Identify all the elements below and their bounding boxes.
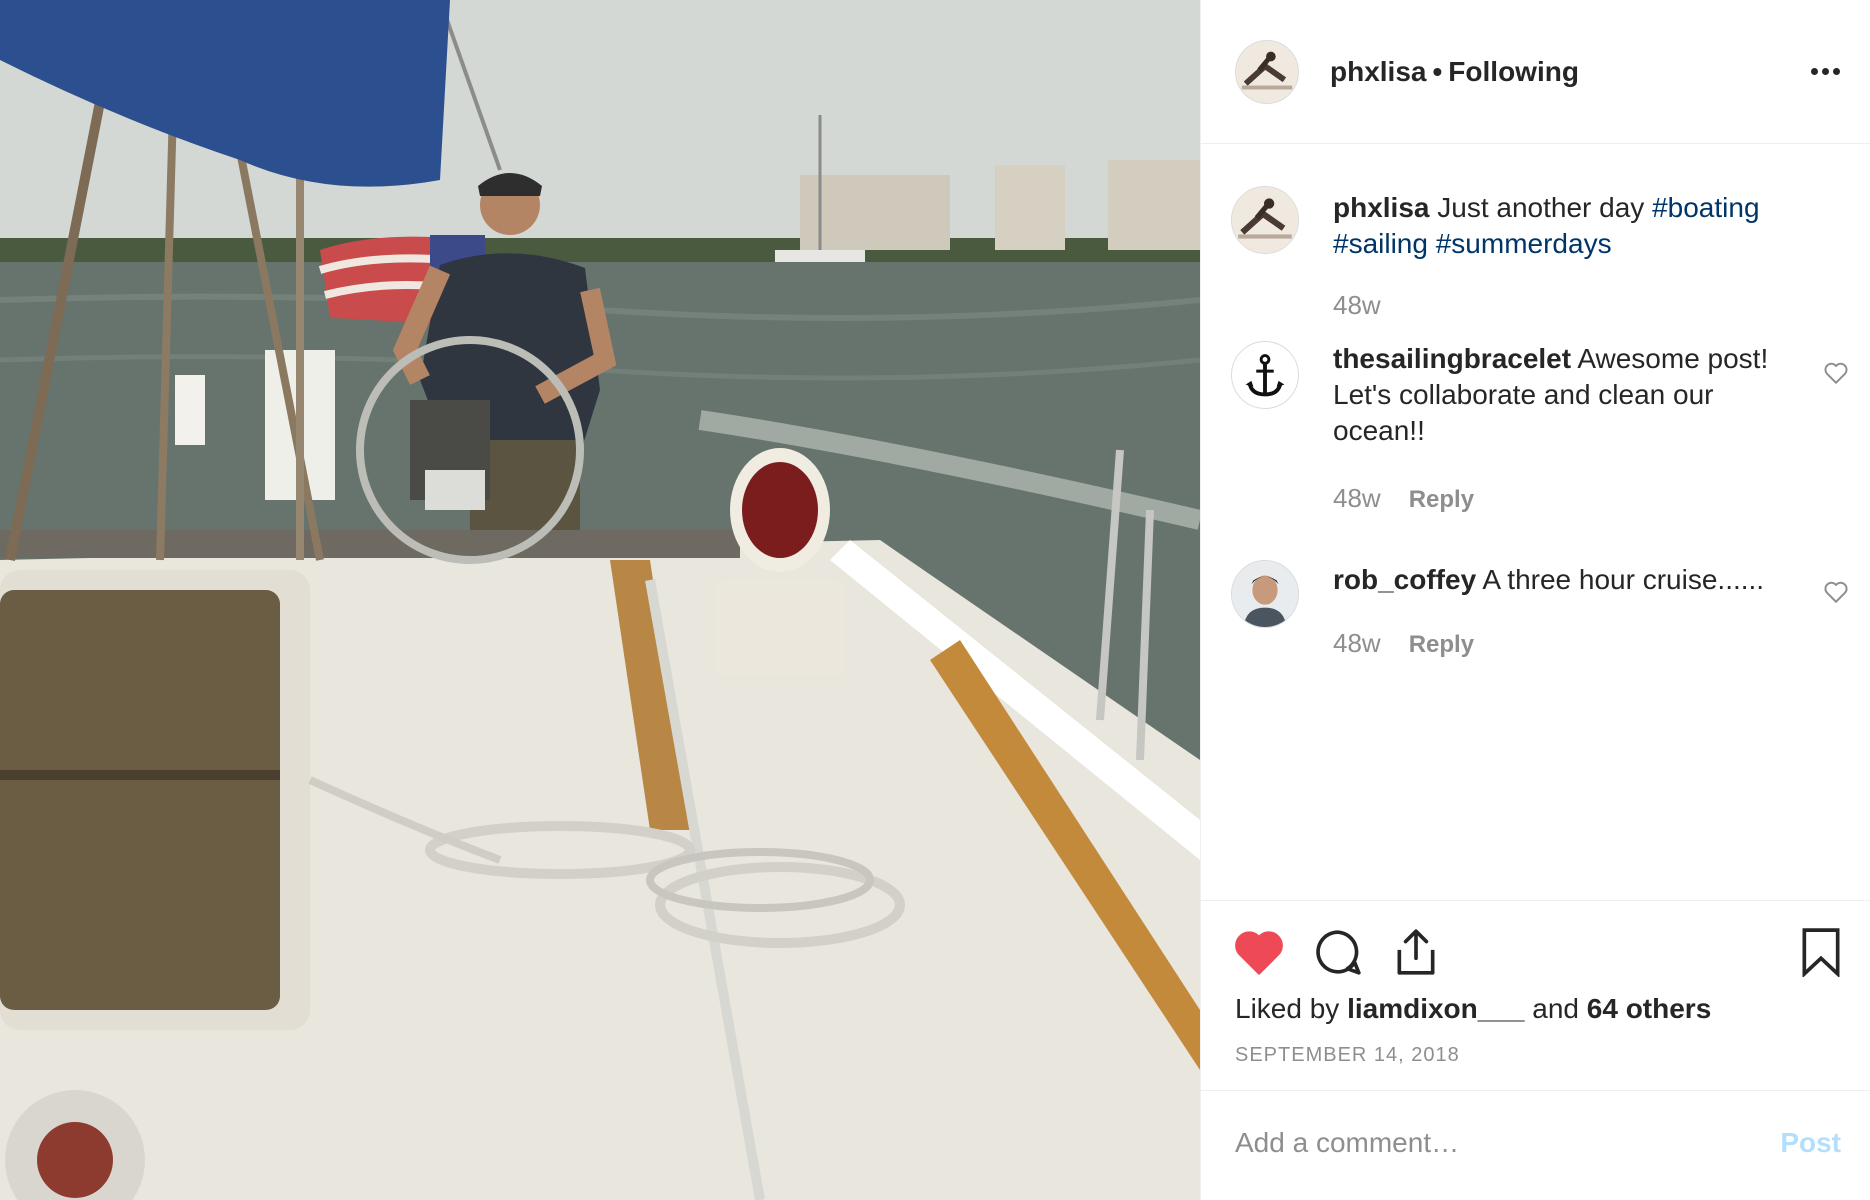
reply-button[interactable]: Reply — [1409, 631, 1474, 658]
profile-photo — [1232, 561, 1298, 627]
yoga-pose-thumbnail — [1232, 187, 1298, 253]
more-options-icon[interactable] — [1811, 68, 1841, 76]
likes-joiner: and — [1532, 993, 1579, 1024]
comment-bubble-icon[interactable] — [1313, 927, 1363, 977]
anchor-icon — [1245, 354, 1285, 397]
author-avatar[interactable] — [1235, 40, 1299, 104]
post-comment-button[interactable]: Post — [1780, 1127, 1841, 1159]
commenter-avatar[interactable] — [1231, 341, 1299, 409]
commenter-avatar[interactable] — [1231, 560, 1299, 628]
comment-like-heart-icon[interactable] — [1823, 580, 1849, 604]
sailboat-photo — [0, 0, 1200, 1200]
comment-text: rob_coffey A three hour cruise...... — [1333, 562, 1793, 598]
caption-body: Just another day — [1437, 192, 1645, 223]
caption-username[interactable]: phxlisa — [1333, 192, 1429, 223]
caption-meta: 48w — [1333, 290, 1381, 321]
author-username[interactable]: phxlisa — [1330, 56, 1426, 87]
yoga-pose-thumbnail — [1236, 41, 1298, 103]
comment-meta: 48w Reply — [1333, 628, 1474, 659]
share-icon[interactable] — [1391, 927, 1441, 977]
liked-by-username[interactable]: liamdixon___ — [1347, 993, 1524, 1024]
likes-summary: Liked by liamdixon___ and 64 others — [1235, 993, 1711, 1025]
like-heart-icon[interactable] — [1233, 927, 1285, 977]
likes-prefix: Liked by — [1235, 993, 1340, 1024]
comment-age[interactable]: 48w — [1333, 628, 1381, 658]
caption-text: phxlisa Just another day #boating #saili… — [1333, 190, 1793, 262]
caption-author-avatar[interactable] — [1231, 186, 1299, 254]
header-author: phxlisa • Following — [1330, 56, 1579, 88]
post-detail-panel: phxlisa • Following phxlisa Just another d… — [1200, 0, 1870, 1200]
comment-like-heart-icon[interactable] — [1823, 361, 1849, 385]
action-bar: Liked by liamdixon___ and 64 others SEPT… — [1201, 900, 1870, 1090]
comment-username[interactable]: rob_coffey — [1333, 564, 1476, 595]
comment-body: A three hour cruise...... — [1482, 564, 1765, 595]
hashtag-summerdays[interactable]: #summerdays — [1436, 228, 1612, 259]
following-button[interactable]: Following — [1448, 56, 1579, 87]
comment-age[interactable]: 48w — [1333, 483, 1381, 513]
post-header: phxlisa • Following — [1201, 0, 1870, 144]
comment-username[interactable]: thesailingbracelet — [1333, 343, 1571, 374]
hashtag-boating[interactable]: #boating — [1652, 192, 1759, 223]
comment-input[interactable] — [1235, 1121, 1715, 1165]
comment-text: thesailingbracelet Awesome post! Let's c… — [1333, 341, 1793, 449]
post-photo[interactable] — [0, 0, 1200, 1200]
post-date[interactable]: SEPTEMBER 14, 2018 — [1235, 1044, 1460, 1067]
separator-dot: • — [1432, 56, 1443, 87]
caption-age[interactable]: 48w — [1333, 290, 1381, 320]
reply-button[interactable]: Reply — [1409, 486, 1474, 513]
bookmark-icon[interactable] — [1801, 927, 1841, 977]
comment-meta: 48w Reply — [1333, 483, 1474, 514]
add-comment-bar: Post — [1201, 1090, 1870, 1200]
hashtag-sailing[interactable]: #sailing — [1333, 228, 1428, 259]
likes-others-link[interactable]: 64 others — [1587, 993, 1712, 1024]
